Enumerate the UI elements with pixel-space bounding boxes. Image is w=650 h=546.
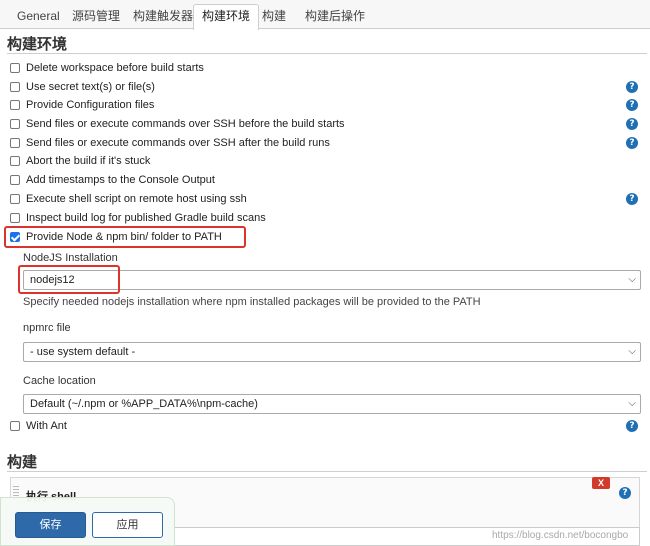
tab-build-environment[interactable]: 构建环境 <box>193 4 260 30</box>
secret-text-checkbox[interactable] <box>10 82 20 92</box>
help-icon[interactable]: ? <box>626 99 638 111</box>
timestamps-checkbox[interactable] <box>10 175 20 185</box>
option-label: Delete workspace before build starts <box>26 62 204 74</box>
with-ant-checkbox[interactable] <box>10 421 20 431</box>
apply-button[interactable]: 应用 <box>92 512 163 538</box>
tab-general[interactable]: General <box>8 4 69 29</box>
option-label: With Ant <box>26 420 67 432</box>
help-icon[interactable]: ? <box>626 193 638 205</box>
option-provide-node[interactable]: Provide Node & npm bin/ folder to PATH <box>10 229 222 245</box>
section-title-build: 构建 <box>7 454 38 471</box>
tab-build-triggers[interactable]: 构建触发器 <box>124 4 202 29</box>
option-timestamps[interactable]: Add timestamps to the Console Output <box>10 172 215 188</box>
option-label: Inspect build log for published Gradle b… <box>26 212 266 224</box>
option-label: Provide Node & npm bin/ folder to PATH <box>26 231 222 243</box>
option-config-files[interactable]: Provide Configuration files <box>10 97 154 113</box>
help-icon[interactable]: ? <box>626 420 638 432</box>
gradle-scans-checkbox[interactable] <box>10 213 20 223</box>
help-icon[interactable]: ? <box>619 487 631 499</box>
option-abort-stuck[interactable]: Abort the build if it's stuck <box>10 153 150 169</box>
option-delete-workspace[interactable]: Delete workspace before build starts <box>10 60 204 76</box>
ssh-before-checkbox[interactable] <box>10 119 20 129</box>
option-remote-shell[interactable]: Execute shell script on remote host usin… <box>10 191 247 207</box>
option-label: Execute shell script on remote host usin… <box>26 193 247 205</box>
option-ssh-after[interactable]: Send files or execute commands over SSH … <box>10 135 330 151</box>
section-divider <box>7 471 647 472</box>
nodejs-installation-hint: Specify needed nodejs installation where… <box>23 296 481 308</box>
tab-post-build-actions[interactable]: 构建后操作 <box>296 4 374 29</box>
option-label: Send files or execute commands over SSH … <box>26 118 345 130</box>
watermark-text: https://blog.csdn.net/bocongbo <box>492 530 629 541</box>
option-ssh-before[interactable]: Send files or execute commands over SSH … <box>10 116 345 132</box>
provide-node-checkbox[interactable] <box>10 232 20 242</box>
help-icon[interactable]: ? <box>626 118 638 130</box>
cache-location-label: Cache location <box>23 375 96 387</box>
chevron-down-icon: ⌵ <box>628 274 636 285</box>
save-button[interactable]: 保存 <box>15 512 86 538</box>
help-icon[interactable]: ? <box>626 81 638 93</box>
option-label: Use secret text(s) or file(s) <box>26 81 155 93</box>
chevron-down-icon: ⌵ <box>628 398 636 409</box>
abort-stuck-checkbox[interactable] <box>10 156 20 166</box>
delete-workspace-checkbox[interactable] <box>10 63 20 73</box>
option-label: Add timestamps to the Console Output <box>26 174 215 186</box>
remote-shell-checkbox[interactable] <box>10 194 20 204</box>
option-label: Send files or execute commands over SSH … <box>26 137 330 149</box>
highlight-box-nodejs <box>18 265 120 294</box>
help-icon[interactable]: ? <box>626 137 638 149</box>
selected-value: - use system default - <box>30 346 136 358</box>
npmrc-label: npmrc file <box>23 322 71 334</box>
section-divider <box>7 53 647 54</box>
ssh-after-checkbox[interactable] <box>10 138 20 148</box>
option-label: Provide Configuration files <box>26 99 155 111</box>
selected-value: Default (~/.npm or %APP_DATA%\npm-cache) <box>30 398 258 410</box>
option-secret-text[interactable]: Use secret text(s) or file(s) <box>10 79 155 95</box>
tab-source-management[interactable]: 源码管理 <box>63 4 129 29</box>
section-title-build-environment: 构建环境 <box>7 36 68 53</box>
chevron-down-icon: ⌵ <box>628 346 636 357</box>
config-tab-bar: General 源码管理 构建触发器 构建环境 构建 构建后操作 <box>0 0 650 30</box>
option-gradle-scans[interactable]: Inspect build log for published Gradle b… <box>10 210 266 226</box>
nodejs-installation-label: NodeJS Installation <box>23 252 118 264</box>
option-label: Abort the build if it's stuck <box>26 155 151 167</box>
config-files-checkbox[interactable] <box>10 100 20 110</box>
npmrc-select[interactable]: - use system default - ⌵ <box>23 342 641 362</box>
option-with-ant[interactable]: With Ant <box>10 418 67 434</box>
cache-location-select[interactable]: Default (~/.npm or %APP_DATA%\npm-cache)… <box>23 394 641 414</box>
delete-step-button[interactable]: X <box>592 477 610 489</box>
tab-build[interactable]: 构建 <box>253 4 295 29</box>
